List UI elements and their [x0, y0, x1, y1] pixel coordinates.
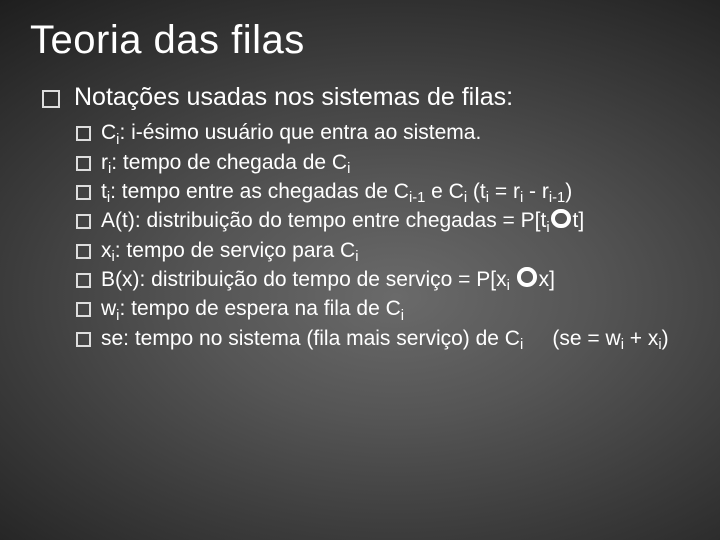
list-item-text: Ci: i-ésimo usuário que entra ao sistema… [101, 119, 690, 147]
list-item-text: B(x): distribuição do tempo de serviço =… [101, 266, 690, 294]
square-bullet-icon [76, 273, 91, 288]
list-item: Ci: i-ésimo usuário que entra ao sistema… [76, 119, 690, 147]
list-item-text: ti: tempo entre as chegadas de Ci-1 e Ci… [101, 178, 690, 206]
list-item: ti: tempo entre as chegadas de Ci-1 e Ci… [76, 178, 690, 206]
list-item-text: ri: tempo de chegada de Ci [101, 149, 690, 177]
list-item: wi: tempo de espera na fila de Ci [76, 295, 690, 323]
list-item-text: wi: tempo de espera na fila de Ci [101, 295, 690, 323]
slide-body: Notações usadas nos sistemas de filas: C… [42, 82, 690, 354]
slide: Teoria das filas Notações usadas nos sis… [0, 0, 720, 540]
square-bullet-icon [76, 332, 91, 347]
square-bullet-icon [76, 185, 91, 200]
list-item-text: A(t): distribuição do tempo entre chegad… [101, 207, 690, 235]
square-bullet-icon [76, 156, 91, 171]
square-bullet-icon [42, 90, 60, 108]
list-item: se: tempo no sistema (fila mais serviço)… [76, 325, 690, 353]
heading-text: Notações usadas nos sistemas de filas: [74, 82, 513, 113]
square-bullet-icon [76, 302, 91, 317]
slide-title: Teoria das filas [30, 18, 305, 63]
square-bullet-icon [76, 214, 91, 229]
list-item-text: se: tempo no sistema (fila mais serviço)… [101, 325, 690, 353]
list-item: A(t): distribuição do tempo entre chegad… [76, 207, 690, 235]
notation-list: Ci: i-ésimo usuário que entra ao sistema… [76, 119, 690, 353]
heading-row: Notações usadas nos sistemas de filas: [42, 82, 690, 113]
list-item: xi: tempo de serviço para Ci [76, 237, 690, 265]
list-item-text: xi: tempo de serviço para Ci [101, 237, 690, 265]
list-item: ri: tempo de chegada de Ci [76, 149, 690, 177]
square-bullet-icon [76, 244, 91, 259]
square-bullet-icon [76, 126, 91, 141]
list-item: B(x): distribuição do tempo de serviço =… [76, 266, 690, 294]
